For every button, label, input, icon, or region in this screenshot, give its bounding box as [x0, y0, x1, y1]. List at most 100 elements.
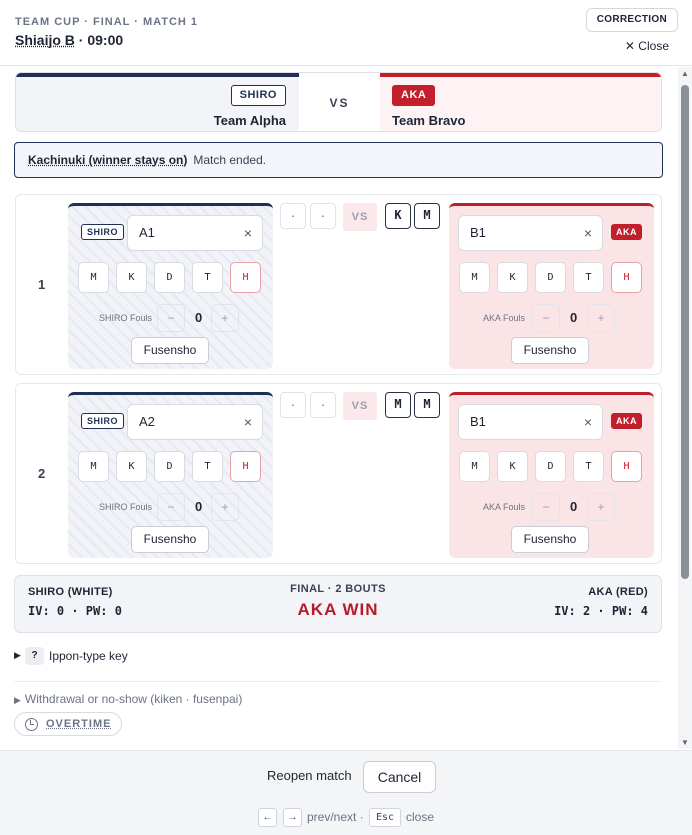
- ippon-hansoku-button[interactable]: H: [230, 451, 261, 482]
- ippon-men-button[interactable]: M: [78, 262, 109, 293]
- fusensho-button[interactable]: Fusensho: [511, 337, 589, 364]
- bout-score-strip: · · VS K M: [280, 203, 442, 233]
- ippon-hansoku-button[interactable]: H: [611, 262, 642, 293]
- clear-icon[interactable]: ×: [584, 216, 592, 250]
- aka-fouls: AKA Fouls − 0 +: [449, 493, 654, 521]
- aka-player-input[interactable]: B1 ×: [458, 404, 603, 440]
- match-status: Match ended.: [193, 153, 267, 167]
- foul-plus-button[interactable]: +: [211, 304, 239, 332]
- scroll-up-icon[interactable]: ▲: [681, 69, 689, 78]
- ippon-men-button[interactable]: M: [78, 451, 109, 482]
- ippon-kote-button[interactable]: K: [497, 451, 528, 482]
- player-name: A2: [139, 414, 155, 429]
- shiro-player-input[interactable]: A1 ×: [127, 215, 263, 251]
- shiro-player-card: SHIRO A2 × M K D T H SHIRO Fouls − 0 + Fu…: [68, 392, 273, 558]
- ippon-tsuki-button[interactable]: T: [573, 451, 604, 482]
- player-name: A1: [139, 225, 155, 240]
- foul-minus-button[interactable]: −: [532, 493, 560, 521]
- clear-icon[interactable]: ×: [584, 405, 592, 439]
- shiro-player-input[interactable]: A2 ×: [127, 404, 263, 440]
- key-esc: Esc: [369, 808, 401, 827]
- correction-button[interactable]: CORRECTION: [585, 8, 678, 32]
- match-time: · 09:00: [74, 32, 124, 48]
- modal-footer: Reopen match Cancel ← → prev/next · Esc …: [0, 750, 692, 835]
- ippon-tsuki-button[interactable]: T: [192, 262, 223, 293]
- foul-minus-button[interactable]: −: [532, 304, 560, 332]
- foul-plus-button[interactable]: +: [587, 493, 615, 521]
- ippon-do-button[interactable]: D: [535, 262, 566, 293]
- scrollbar[interactable]: ▲ ▼: [678, 67, 692, 749]
- prevnext-hint: prev/next ·: [307, 810, 364, 824]
- ippon-do-button[interactable]: D: [535, 451, 566, 482]
- bout-vs-label: VS: [343, 392, 377, 420]
- ippon-kote-button[interactable]: K: [116, 451, 147, 482]
- bout-score-strip: · · VS M M: [280, 392, 442, 422]
- foul-count: 0: [570, 499, 578, 514]
- foul-plus-button[interactable]: +: [211, 493, 239, 521]
- aka-player-card: B1 × AKA M K D T H AKA Fouls − 0 + Fusens…: [449, 392, 654, 558]
- team-banner: SHIRO Team Alpha VS AKA Team Bravo: [15, 72, 662, 132]
- aka-fouls: AKA Fouls − 0 +: [449, 304, 654, 332]
- modal-body[interactable]: SHIRO Team Alpha VS AKA Team Bravo Kachi…: [0, 67, 692, 749]
- shiro-team-panel: SHIRO Team Alpha: [16, 73, 299, 131]
- ippon-kote-button[interactable]: K: [116, 262, 147, 293]
- help-icon: ?: [25, 647, 44, 665]
- foul-count: 0: [195, 499, 203, 514]
- reopen-match-button[interactable]: Reopen match: [257, 761, 362, 791]
- ippon-do-button[interactable]: D: [154, 262, 185, 293]
- fouls-label: AKA Fouls: [483, 502, 526, 512]
- match-eyebrow: TEAM CUP · FINAL · MATCH 1: [15, 16, 199, 28]
- ippon-men-button[interactable]: M: [459, 262, 490, 293]
- close-button[interactable]: ✕ Close: [625, 39, 669, 53]
- aka-point-mark: M: [385, 392, 411, 418]
- overtime-label: OVERTIME: [46, 718, 112, 730]
- format-info: Kachinuki (winner stays on) Match ended.: [14, 142, 663, 178]
- ippon-men-button[interactable]: M: [459, 451, 490, 482]
- scrollbar-thumb[interactable]: [681, 85, 689, 579]
- foul-plus-button[interactable]: +: [587, 304, 615, 332]
- shiro-point-slot: ·: [310, 203, 336, 229]
- ippon-tsuki-button[interactable]: T: [573, 262, 604, 293]
- shiro-team-name: Team Alpha: [213, 113, 286, 128]
- close-hint: close: [406, 810, 435, 824]
- shiro-fouls: SHIRO Fouls − 0 +: [68, 304, 273, 332]
- ippon-kote-button[interactable]: K: [497, 262, 528, 293]
- withdrawal-label: Withdrawal or no-show (kiken · fusenpai): [24, 692, 243, 706]
- ippon-tsuki-button[interactable]: T: [192, 451, 223, 482]
- fouls-label: SHIRO Fouls: [99, 313, 153, 323]
- foul-minus-button[interactable]: −: [157, 493, 185, 521]
- overtime-button[interactable]: OVERTIME: [14, 712, 122, 736]
- modal-header: TEAM CUP · FINAL · MATCH 1 Shiaijo B · 0…: [0, 0, 692, 66]
- team-vs-label: VS: [329, 96, 350, 110]
- withdrawal-toggle[interactable]: ▶ Withdrawal or no-show (kiken · fusenpai…: [14, 692, 242, 706]
- scroll-down-icon[interactable]: ▼: [681, 738, 689, 747]
- player-name: B1: [470, 414, 486, 429]
- fusensho-button[interactable]: Fusensho: [511, 526, 589, 553]
- ippon-hansoku-button[interactable]: H: [230, 262, 261, 293]
- shiro-point-slot: ·: [280, 392, 306, 418]
- format-name[interactable]: Kachinuki (winner stays on): [28, 153, 187, 167]
- aka-tag: AKA: [611, 413, 642, 429]
- ippon-do-button[interactable]: D: [154, 451, 185, 482]
- cancel-button[interactable]: Cancel: [363, 761, 436, 793]
- fouls-label: AKA Fouls: [483, 313, 526, 323]
- shiro-tag: SHIRO: [230, 85, 286, 106]
- ippon-hansoku-button[interactable]: H: [611, 451, 642, 482]
- fouls-label: SHIRO Fouls: [99, 502, 153, 512]
- fusensho-button[interactable]: Fusensho: [131, 337, 209, 364]
- court-name[interactable]: Shiaijo B: [15, 32, 75, 48]
- bout-number: 1: [38, 277, 46, 292]
- bout-row: 2 SHIRO A2 × M K D T H SHIRO Fouls − 0 + …: [15, 383, 662, 564]
- clear-icon[interactable]: ×: [244, 216, 252, 250]
- clear-icon[interactable]: ×: [244, 405, 252, 439]
- aka-point-mark: M: [414, 203, 440, 229]
- shiro-tag: SHIRO: [81, 224, 125, 240]
- disclosure-triangle-icon: ▶: [14, 650, 21, 660]
- aka-player-card: B1 × AKA M K D T H AKA Fouls − 0 + Fusens…: [449, 203, 654, 369]
- fusensho-button[interactable]: Fusensho: [131, 526, 209, 553]
- shiro-tag: SHIRO: [81, 413, 125, 429]
- aka-player-input[interactable]: B1 ×: [458, 215, 603, 251]
- ippon-key-label: Ippon-type key: [49, 649, 128, 663]
- player-name: B1: [470, 225, 486, 240]
- foul-minus-button[interactable]: −: [157, 304, 185, 332]
